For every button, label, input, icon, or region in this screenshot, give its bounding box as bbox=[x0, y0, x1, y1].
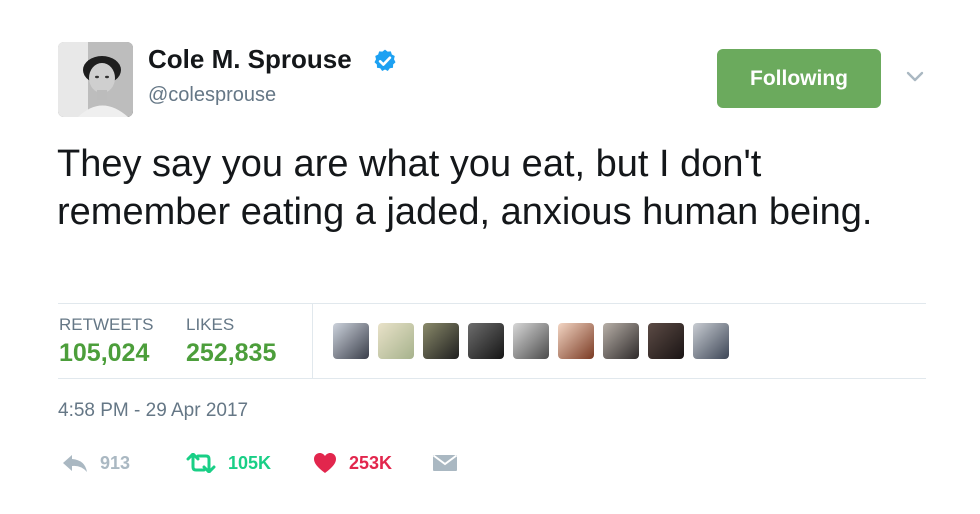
reply-icon bbox=[63, 455, 87, 472]
profile-photo-icon bbox=[58, 42, 133, 117]
heart-icon bbox=[314, 453, 336, 473]
stats-divider bbox=[312, 304, 313, 378]
liker-avatar[interactable] bbox=[558, 323, 594, 359]
retweet-button[interactable]: 105K bbox=[186, 449, 271, 477]
likes-count: 252,835 bbox=[186, 339, 277, 367]
retweet-icon bbox=[186, 453, 216, 473]
profile-avatar[interactable] bbox=[58, 42, 133, 117]
display-name[interactable]: Cole M. Sprouse bbox=[148, 44, 352, 75]
user-handle[interactable]: @colesprouse bbox=[148, 84, 276, 107]
retweets-count: 105,024 bbox=[59, 339, 150, 367]
chevron-down-icon[interactable] bbox=[905, 70, 925, 84]
liker-avatar[interactable] bbox=[378, 323, 414, 359]
liker-avatar[interactable] bbox=[468, 323, 504, 359]
reply-count: 913 bbox=[100, 452, 131, 473]
verified-badge-icon bbox=[374, 49, 396, 71]
like-button[interactable]: 253K bbox=[313, 449, 392, 477]
tweet-timestamp[interactable]: 4:58 PM - 29 Apr 2017 bbox=[58, 400, 248, 422]
retweet-count: 105K bbox=[228, 452, 272, 473]
likes-label: LIKES bbox=[186, 315, 235, 334]
reply-button[interactable]: 913 bbox=[62, 449, 130, 477]
liker-avatar[interactable] bbox=[333, 323, 369, 359]
liker-avatar[interactable] bbox=[423, 323, 459, 359]
liker-avatar[interactable] bbox=[648, 323, 684, 359]
retweets-stat[interactable]: RETWEETS 105,024 bbox=[59, 315, 153, 368]
message-button[interactable] bbox=[432, 449, 458, 477]
likes-stat[interactable]: LIKES 252,835 bbox=[186, 315, 276, 368]
liker-avatar[interactable] bbox=[513, 323, 549, 359]
liker-avatar[interactable] bbox=[693, 323, 729, 359]
envelope-icon bbox=[432, 454, 458, 471]
liker-avatar[interactable] bbox=[603, 323, 639, 359]
tweet-text: They say you are what you eat, but I don… bbox=[57, 143, 873, 233]
following-button[interactable]: Following bbox=[717, 49, 881, 108]
like-count: 253K bbox=[349, 452, 393, 473]
retweets-label: RETWEETS bbox=[59, 315, 154, 334]
tweet-stats: RETWEETS 105,024 LIKES 252,835 bbox=[58, 303, 926, 379]
